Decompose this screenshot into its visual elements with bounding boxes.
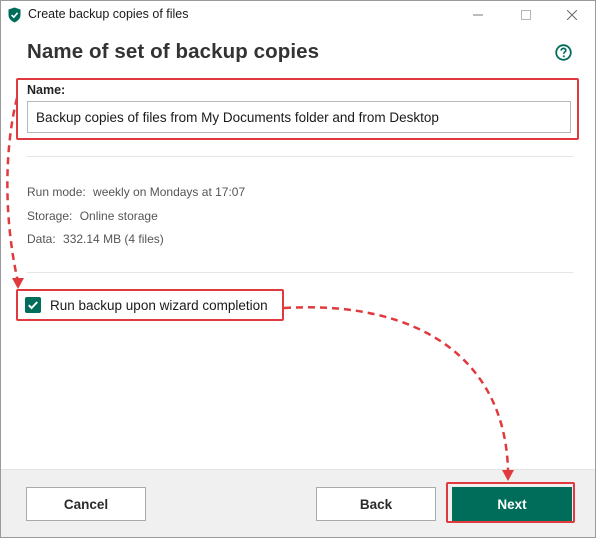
data-label: Data:	[27, 232, 56, 246]
kaspersky-shield-icon	[8, 7, 21, 23]
maximize-icon	[521, 10, 531, 20]
back-button[interactable]: Back	[316, 487, 436, 521]
next-button[interactable]: Next	[452, 487, 572, 521]
minimize-button[interactable]	[455, 1, 501, 29]
run-backup-label: Run backup upon wizard completion	[50, 297, 268, 313]
checkmark-icon	[28, 301, 38, 310]
summary-run-mode: Run mode: weekly on Mondays at 17:07	[27, 185, 245, 199]
run-mode-label: Run mode:	[27, 185, 86, 199]
cancel-button[interactable]: Cancel	[26, 487, 146, 521]
run-backup-checkbox[interactable]	[25, 297, 41, 313]
summary-storage: Storage: Online storage	[27, 209, 158, 223]
close-icon	[567, 10, 577, 20]
minimize-icon	[473, 14, 483, 16]
data-value: 332.14 MB (4 files)	[63, 232, 164, 246]
wizard-window: Create backup copies of files Name of se…	[0, 0, 596, 538]
divider	[27, 272, 573, 273]
page-title: Name of set of backup copies	[27, 40, 320, 63]
storage-label: Storage:	[27, 209, 73, 223]
name-label: Name:	[27, 83, 66, 97]
summary-data: Data: 332.14 MB (4 files)	[27, 232, 164, 246]
storage-value: Online storage	[79, 209, 158, 223]
help-icon[interactable]	[555, 44, 572, 61]
divider	[27, 156, 573, 157]
run-backup-checkbox-row[interactable]: Run backup upon wizard completion	[25, 297, 268, 313]
window-title: Create backup copies of files	[28, 7, 189, 21]
backup-name-input[interactable]	[27, 101, 571, 133]
maximize-button[interactable]	[503, 1, 549, 29]
run-mode-value: weekly on Mondays at 17:07	[93, 185, 246, 199]
close-button[interactable]	[549, 1, 595, 29]
title-bar: Create backup copies of files	[1, 1, 595, 29]
